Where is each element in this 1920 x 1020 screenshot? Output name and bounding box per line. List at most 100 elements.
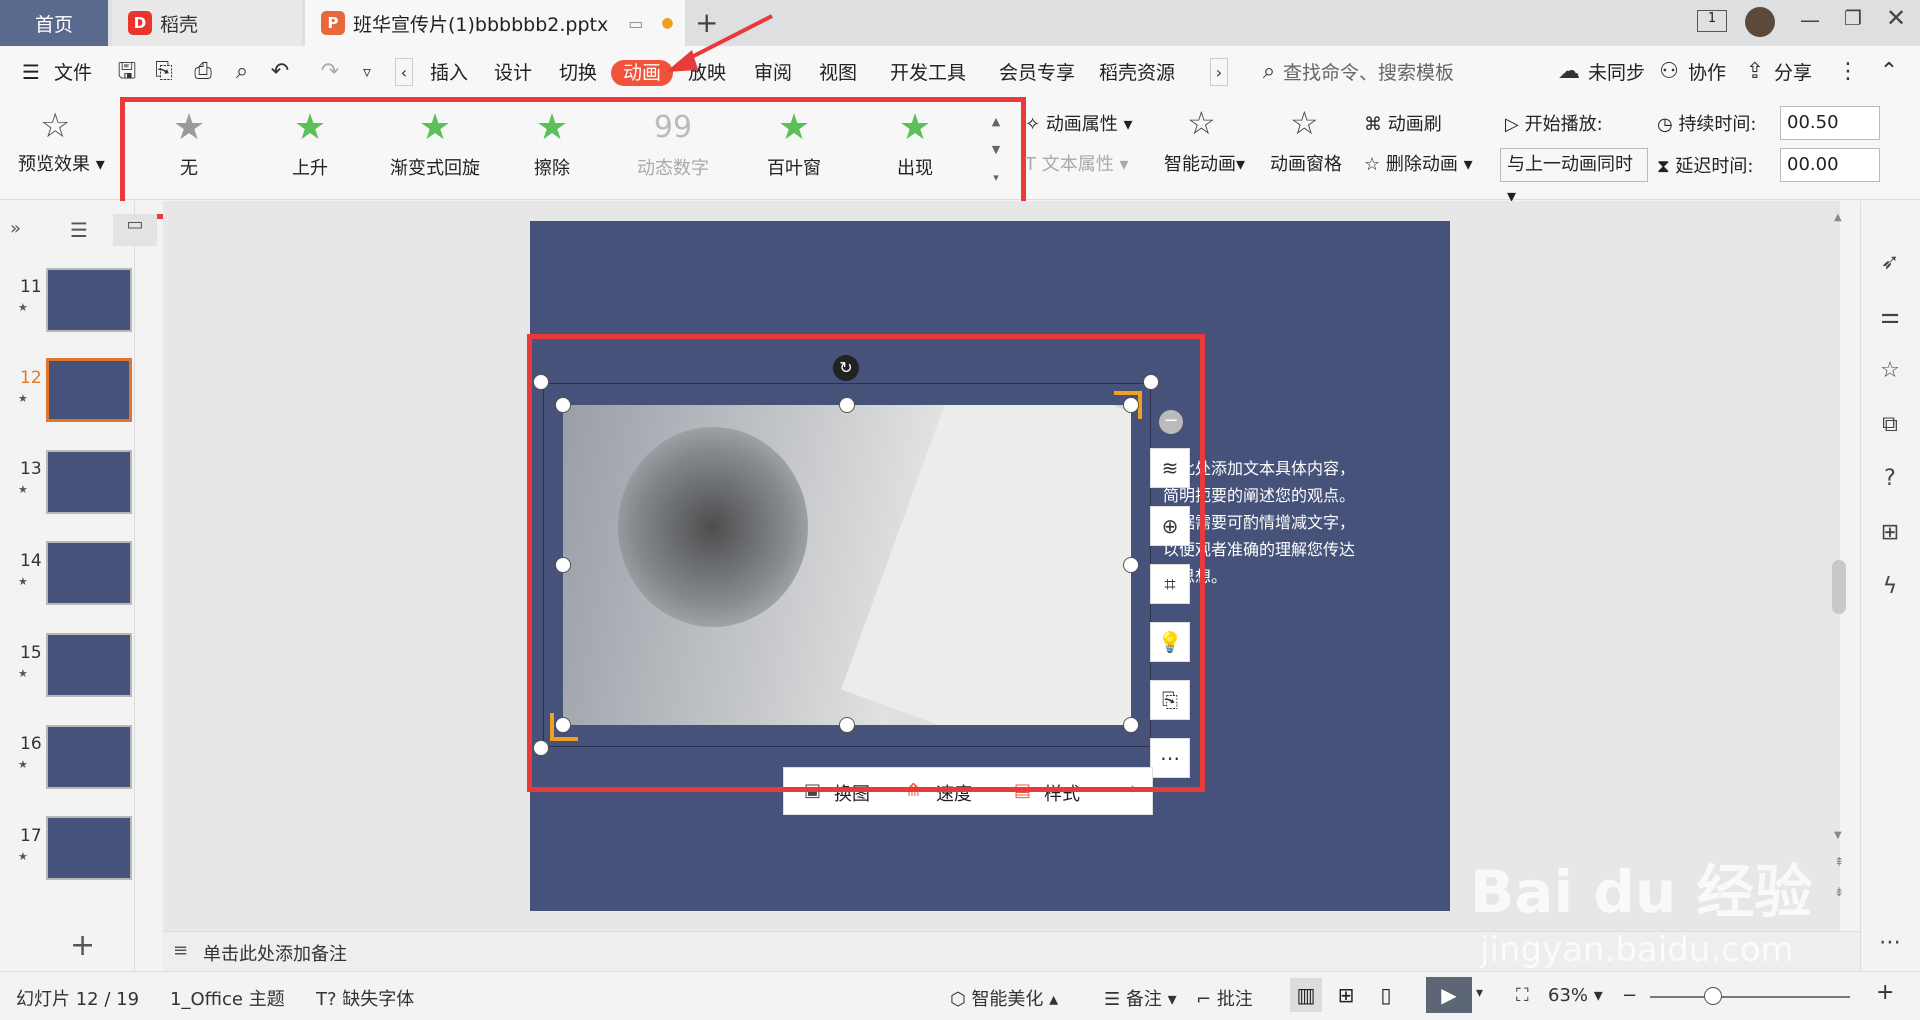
zoom-in-plus-icon[interactable]: +: [1876, 980, 1894, 1005]
tab-docer[interactable]: D 稻壳: [112, 0, 302, 46]
tab-document[interactable]: P 班华宣传片(1)bbbbbb2.pptx ▭ ●: [305, 0, 685, 46]
save-icon[interactable]: 🖫: [113, 58, 141, 86]
annotation-arrow: [666, 14, 773, 72]
slide-thumbnail-13[interactable]: [46, 450, 132, 514]
menu-docer-resources[interactable]: 稻壳资源: [1099, 60, 1175, 86]
window-layout-icon[interactable]: 1: [1697, 10, 1727, 32]
menu-insert[interactable]: 插入: [430, 60, 468, 86]
theme-name[interactable]: 1_Office 主题: [170, 985, 285, 1011]
slide-view-icon[interactable]: ▭: [113, 214, 157, 246]
tab-home[interactable]: 首页: [0, 0, 108, 46]
more-horizontal-icon[interactable]: ⋯: [1874, 930, 1906, 962]
undo-icon[interactable]: ↶: [266, 58, 294, 86]
slide-thumbnail-15[interactable]: [46, 633, 132, 697]
duration-label: ◷ 持续时间:: [1657, 114, 1757, 135]
vertical-scrollbar-thumb[interactable]: [1832, 560, 1846, 614]
sliders-icon[interactable]: ⚌: [1874, 304, 1906, 336]
docer-logo-icon: D: [128, 11, 152, 35]
comments-button[interactable]: ⌐ 批注: [1196, 985, 1253, 1011]
rocket-icon[interactable]: ➶: [1874, 250, 1906, 282]
restore-icon[interactable]: ❐: [1844, 6, 1862, 30]
scroll-up-icon[interactable]: ▲: [1834, 212, 1842, 223]
sync-status[interactable]: 未同步: [1588, 60, 1645, 86]
redo-icon[interactable]: ↷: [316, 58, 344, 86]
expand-panel-icon[interactable]: »: [10, 218, 21, 239]
next-slide-icon[interactable]: ⇟: [1834, 885, 1844, 899]
scroll-left-icon[interactable]: ‹: [395, 58, 413, 86]
anim-properties-button[interactable]: ✧ 动画属性 ▾: [1025, 110, 1133, 136]
notes-toggle-button[interactable]: ☰ 备注 ▾: [1104, 985, 1177, 1011]
anim-star-icon: ★: [18, 301, 28, 314]
play-slideshow-icon[interactable]: ▶: [1426, 977, 1472, 1013]
search-icon: ⌕: [1262, 59, 1276, 84]
monitor-icon[interactable]: ▭: [628, 14, 643, 33]
text-properties-button[interactable]: T 文本属性 ▾: [1025, 150, 1128, 176]
menu-file[interactable]: 文件: [54, 60, 92, 86]
preview-effect-button[interactable]: 预览效果 ▾: [18, 150, 105, 176]
slide-thumbnail-16[interactable]: [46, 725, 132, 789]
outline-view-icon[interactable]: ☰: [70, 218, 88, 242]
slide-thumbnail-14[interactable]: [46, 541, 132, 605]
delay-label: ⧗ 延迟时间:: [1657, 156, 1754, 177]
collaborate-button[interactable]: 协作: [1688, 60, 1726, 86]
more-vertical-icon[interactable]: ⋮: [1834, 58, 1862, 86]
sorter-view-icon[interactable]: ⊞: [1330, 978, 1362, 1012]
missing-font-button[interactable]: T? 缺失字体: [316, 985, 414, 1011]
smart-animation-icon: ☆: [1187, 104, 1216, 142]
normal-view-icon[interactable]: ▥: [1290, 978, 1322, 1012]
transition-icon[interactable]: ⧉: [1874, 412, 1906, 444]
slide-thumbnail-12[interactable]: [46, 358, 132, 422]
reading-view-icon[interactable]: ▯: [1370, 978, 1402, 1012]
help-icon[interactable]: ?: [1874, 466, 1906, 498]
scroll-right-icon[interactable]: ›: [1210, 58, 1228, 86]
menu-developer[interactable]: 开发工具: [890, 60, 966, 86]
hamburger-menu-icon[interactable]: ☰: [22, 60, 40, 84]
slide-counter: 幻灯片 12 / 19: [16, 989, 140, 1010]
image-edit-icon[interactable]: ⊞: [1874, 520, 1906, 552]
smart-animation-button[interactable]: 智能动画▾: [1164, 150, 1245, 176]
share-icon: ⇪: [1745, 59, 1765, 84]
scroll-down-icon[interactable]: ▼: [1834, 830, 1842, 841]
start-option-dropdown[interactable]: 与上一动画同时 ▾: [1500, 148, 1648, 207]
share-button[interactable]: 分享: [1774, 60, 1812, 86]
menu-transition[interactable]: 切换: [559, 60, 597, 86]
notes-placeholder[interactable]: 单击此处添加备注: [203, 940, 347, 966]
zoom-out-icon[interactable]: −: [1622, 985, 1637, 1006]
lightning-icon[interactable]: ϟ: [1874, 574, 1906, 606]
customize-toolbar-icon[interactable]: ▿: [353, 58, 381, 86]
command-search-input[interactable]: 查找命令、搜索模板: [1283, 60, 1454, 86]
duration-input[interactable]: 00.50: [1780, 106, 1880, 140]
anim-star-icon: ★: [18, 575, 28, 588]
menu-member[interactable]: 会员专享: [999, 60, 1075, 86]
menu-view[interactable]: 视图: [819, 60, 857, 86]
zoom-slider-thumb[interactable]: [1704, 987, 1722, 1005]
thumb-number: 17: [20, 826, 42, 846]
zoom-level[interactable]: 63% ▾: [1548, 985, 1603, 1006]
slide-thumbnail-17[interactable]: [46, 816, 132, 880]
minimize-icon[interactable]: —: [1800, 8, 1820, 32]
star-outline-icon[interactable]: ☆: [1874, 358, 1906, 390]
menu-design[interactable]: 设计: [494, 60, 532, 86]
presentation-file-icon: P: [321, 11, 345, 35]
animation-pane-button[interactable]: 动画窗格: [1270, 150, 1342, 176]
delete-animation-button[interactable]: ☆ 删除动画 ▾: [1364, 150, 1473, 176]
print-icon[interactable]: ⎙: [189, 58, 217, 86]
cloud-sync-icon: ☁: [1558, 59, 1580, 84]
fit-window-icon[interactable]: ⛶: [1516, 985, 1529, 1006]
export-icon[interactable]: ⎘: [150, 58, 178, 86]
zoom-slider-track[interactable]: [1650, 996, 1850, 998]
slide-thumbnail-11[interactable]: [46, 268, 132, 332]
thumb-number: 11: [20, 277, 42, 297]
prev-slide-icon[interactable]: ⇞: [1834, 855, 1844, 869]
smart-beautify-button[interactable]: ⬡ 智能美化 ▴: [950, 985, 1058, 1011]
print-preview-icon[interactable]: ⌕: [228, 58, 256, 86]
animation-painter-button[interactable]: ⌘ 动画刷: [1364, 110, 1442, 136]
avatar[interactable]: [1745, 7, 1775, 37]
delay-input[interactable]: 00.00: [1780, 148, 1880, 182]
thumb-number: 13: [20, 459, 42, 479]
tab-document-label: 班华宣传片(1)bbbbbb2.pptx: [353, 13, 609, 36]
collapse-ribbon-icon[interactable]: ⌃: [1875, 58, 1903, 86]
close-icon[interactable]: ✕: [1886, 4, 1906, 32]
add-slide-icon[interactable]: +: [70, 928, 95, 963]
play-options-icon[interactable]: ▾: [1476, 985, 1483, 1001]
